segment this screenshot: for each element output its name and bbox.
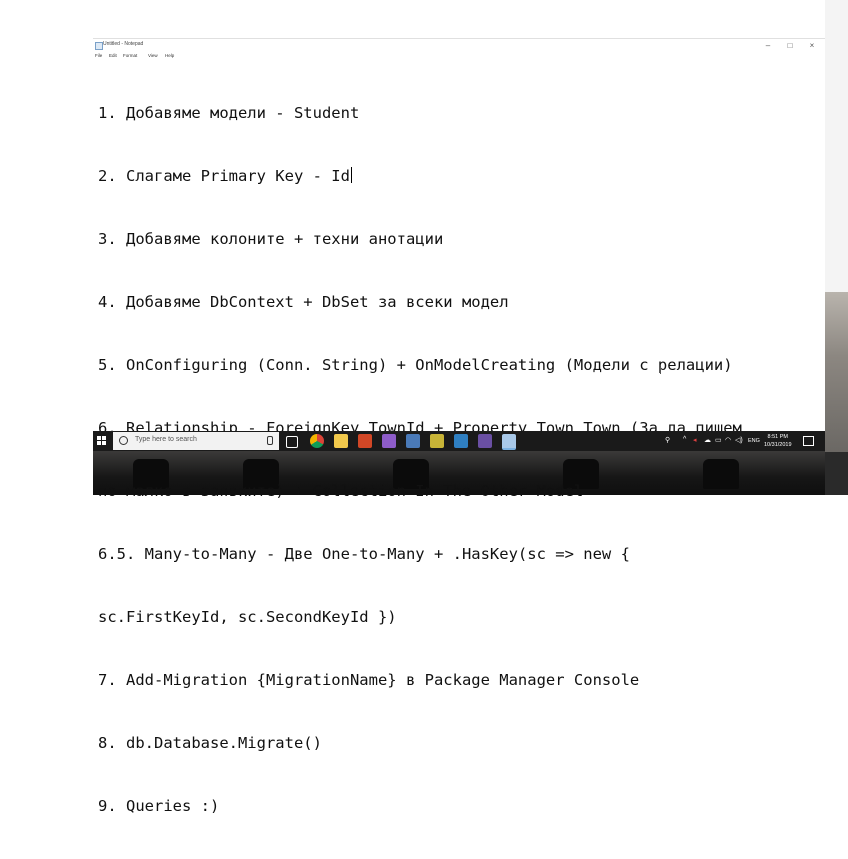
menu-bar: File Edit Format View Help — [93, 52, 825, 60]
editor-line: 8. db.Database.Migrate() — [98, 734, 322, 752]
clock-time: 8:51 PM — [767, 434, 788, 440]
taskbar-search-box[interactable]: Type here to search — [113, 432, 279, 450]
window-title: Untitled - Notepad — [103, 41, 144, 47]
file-explorer-icon[interactable] — [334, 434, 348, 448]
app-icon-9[interactable] — [478, 434, 492, 448]
action-center-icon[interactable] — [803, 436, 814, 446]
taskbar: Type here to search ⚲ ^ ◂ ☁ ▭ ◠ ◁) ENG 8… — [93, 431, 825, 451]
editor-line: 9. Queries :) — [98, 797, 220, 815]
microphone-icon[interactable] — [267, 436, 273, 445]
app-icon-6[interactable] — [406, 434, 420, 448]
antivirus-tray-icon[interactable]: ◂ — [693, 436, 697, 444]
chrome-icon[interactable] — [310, 434, 324, 448]
onedrive-icon[interactable]: ☁ — [704, 436, 711, 444]
language-indicator[interactable]: ENG — [748, 438, 760, 444]
taskbar-clock[interactable]: 8:51 PM 10/31/2019 — [764, 433, 792, 449]
close-button[interactable]: × — [801, 39, 823, 52]
mouse-ibeam-cursor — [660, 367, 661, 374]
app-icon-7[interactable] — [430, 434, 444, 448]
notepad-app-icon — [95, 42, 103, 50]
text-editor[interactable]: 1. Добавяме модели - Student 2. Слагаме … — [98, 61, 818, 815]
battery-icon[interactable]: ▭ — [715, 436, 722, 444]
menu-help[interactable]: Help — [165, 53, 174, 58]
editor-line: 5. OnConfiguring (Conn. String) + OnMode… — [98, 356, 733, 374]
windows-start-icon[interactable] — [97, 436, 107, 446]
background-dark — [825, 452, 848, 495]
powerpoint-icon[interactable] — [358, 434, 372, 448]
menu-edit[interactable]: Edit — [109, 53, 117, 58]
notepad-icon[interactable] — [502, 434, 516, 450]
clock-date: 10/31/2019 — [764, 442, 792, 448]
editor-line: 4. Добавяме DbContext + DbSet за всеки м… — [98, 293, 509, 311]
volume-icon[interactable]: ◁) — [735, 436, 743, 444]
people-icon[interactable]: ⚲ — [665, 436, 670, 444]
task-view-icon[interactable] — [286, 436, 298, 448]
editor-line: 7. Add-Migration {MigrationName} в Packa… — [98, 671, 640, 689]
menu-format[interactable]: Format — [123, 53, 137, 58]
app-icon-8[interactable] — [454, 434, 468, 448]
wifi-icon[interactable]: ◠ — [725, 436, 731, 444]
editor-line-with-caret: 2. Слагаме Primary Key - Id — [98, 166, 818, 187]
menu-file[interactable]: File — [95, 53, 102, 58]
text-caret — [350, 167, 352, 183]
editor-line: по-малко в заявките) + Collection In The… — [98, 482, 584, 500]
cortana-icon — [119, 436, 128, 445]
tray-chevron-icon[interactable]: ^ — [683, 436, 686, 443]
maximize-button[interactable]: □ — [779, 39, 801, 52]
editor-line: sc.FirstKeyId, sc.SecondKeyId }) — [98, 608, 397, 626]
editor-line-text: 2. Слагаме Primary Key - Id — [98, 167, 350, 185]
background-person — [825, 292, 848, 452]
editor-line: 3. Добавяме колоните + техни анотации — [98, 230, 444, 248]
minimize-button[interactable]: – — [757, 39, 779, 52]
notepad-window: Untitled - Notepad – □ × File Edit Forma… — [93, 38, 825, 815]
editor-line: 6.5. Many-to-Many - Две One-to-Many + .H… — [98, 545, 630, 563]
visual-studio-icon[interactable] — [382, 434, 396, 448]
search-placeholder: Type here to search — [135, 436, 197, 443]
title-bar[interactable]: Untitled - Notepad – □ × — [93, 39, 825, 52]
menu-view[interactable]: View — [148, 53, 158, 58]
background-right — [825, 0, 848, 495]
editor-line: 1. Добавяме модели - Student — [98, 104, 360, 122]
